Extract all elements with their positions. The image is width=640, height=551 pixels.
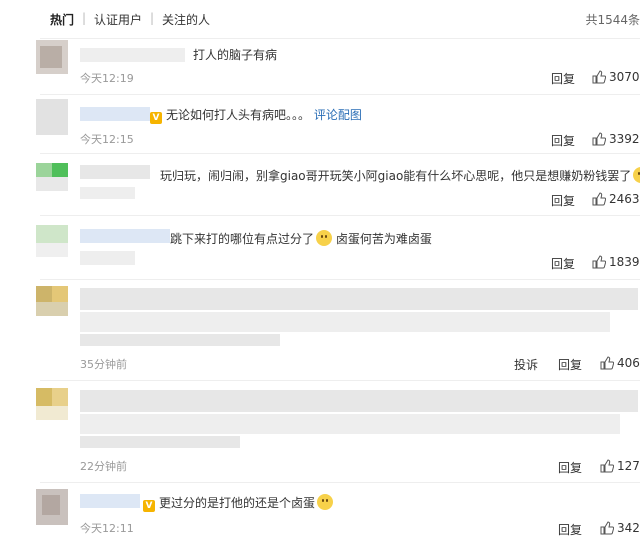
- reply-button[interactable]: 回复: [551, 132, 575, 149]
- divider: [40, 153, 640, 154]
- tab-divider: |: [150, 11, 155, 25]
- total-comments: 共1544条: [585, 13, 640, 27]
- like-count: 1839: [609, 255, 640, 269]
- comment-tabs: 热门 | 认证用户 | 关注的人 共1544条: [0, 0, 640, 40]
- time-blurred: [80, 187, 135, 199]
- comment-item: 玩归玩，闹归闹，别拿giao哥开玩笑小阿giao能有什么坏心思呢，他只是想赚奶粉…: [0, 155, 640, 210]
- comment-text: 无论如何打人头有病吧。。。: [166, 108, 311, 122]
- avatar[interactable]: [36, 225, 68, 265]
- thumbs-up-icon: [592, 70, 607, 84]
- reply-button[interactable]: 回复: [551, 192, 575, 209]
- thumbs-up-icon: [592, 192, 607, 206]
- thumbs-up-icon: [592, 132, 607, 146]
- emoji-icon: [317, 494, 334, 510]
- comment-time: 35分钟前: [80, 358, 127, 371]
- comment-time: 今天12:11: [80, 522, 134, 535]
- like-button[interactable]: 127: [600, 459, 640, 473]
- comment-body: V 无论如何打人头有病吧。。。 评论配图: [150, 106, 362, 124]
- like-button[interactable]: 3070: [592, 70, 640, 84]
- like-button[interactable]: 406: [600, 356, 640, 370]
- avatar[interactable]: [36, 489, 68, 529]
- reply-button[interactable]: 回复: [558, 521, 582, 538]
- comment-text-blurred: [80, 414, 620, 434]
- avatar[interactable]: [36, 388, 68, 428]
- comment-text-blurred: [80, 390, 638, 412]
- comment-text: 跳下来打的哪位有点过分了: [170, 232, 315, 246]
- reply-button[interactable]: 回复: [551, 70, 575, 87]
- thumbs-up-icon: [592, 255, 607, 269]
- comment-item: 35分钟前 投诉 回复 406: [0, 282, 640, 378]
- divider: [40, 38, 640, 39]
- report-button[interactable]: 投诉: [514, 356, 538, 373]
- emoji-icon: [633, 167, 640, 183]
- comment-item: 打人的脑子有病 今天12:19 回复 3070: [0, 40, 640, 92]
- like-button[interactable]: 1839: [592, 255, 640, 269]
- username-blurred[interactable]: [80, 48, 185, 62]
- avatar[interactable]: [36, 40, 68, 80]
- comment-text-blurred: [80, 436, 240, 448]
- vip-badge-icon: V: [150, 112, 162, 124]
- username-blurred[interactable]: [80, 229, 170, 243]
- avatar[interactable]: [36, 286, 68, 326]
- like-count: 127: [617, 459, 640, 473]
- comment-item: V 更过分的是打他的还是个卤蛋 今天12:11 回复 342: [0, 487, 640, 551]
- like-count: 3070: [609, 70, 640, 84]
- thumbs-up-icon: [600, 459, 615, 473]
- username-blurred[interactable]: [80, 494, 140, 508]
- comment-item: 22分钟前 回复 127: [0, 384, 640, 480]
- vip-badge-icon: V: [143, 500, 155, 512]
- tab-hot[interactable]: 热门: [50, 11, 74, 28]
- reply-button[interactable]: 回复: [551, 255, 575, 272]
- username-blurred[interactable]: [80, 107, 150, 121]
- comment-body: V 更过分的是打他的还是个卤蛋: [143, 494, 334, 512]
- comment-text-blurred: [80, 312, 610, 332]
- tab-divider: |: [82, 11, 87, 25]
- comment-time: 22分钟前: [80, 460, 127, 473]
- comment-text: 玩归玩，闹归闹，别拿giao哥开玩笑小阿giao能有什么坏心思呢，他只是想赚奶粉…: [160, 169, 632, 183]
- like-button[interactable]: 3392: [592, 132, 640, 146]
- divider: [40, 279, 640, 280]
- reply-button[interactable]: 回复: [558, 356, 582, 373]
- comment-time: 今天12:19: [80, 72, 134, 85]
- like-button[interactable]: 342: [600, 521, 640, 535]
- comment-text-blurred: [80, 288, 638, 310]
- avatar[interactable]: [36, 99, 68, 139]
- comment-item: 跳下来打的哪位有点过分了 卤蛋何苦为难卤蛋 回复 1839: [0, 217, 640, 275]
- comment-text: 打人的脑子有病: [193, 48, 278, 62]
- thumbs-up-icon: [600, 356, 615, 370]
- comment-body: 跳下来打的哪位有点过分了 卤蛋何苦为难卤蛋: [170, 230, 432, 247]
- thumbs-up-icon: [600, 521, 615, 535]
- reply-button[interactable]: 回复: [558, 459, 582, 476]
- username-blurred[interactable]: [80, 165, 150, 179]
- comment-text-blurred: [80, 334, 280, 346]
- like-count: 3392: [609, 132, 640, 146]
- comment-item: V 无论如何打人头有病吧。。。 评论配图 今天12:15 回复 3392: [0, 95, 640, 150]
- like-count: 342: [617, 521, 640, 535]
- divider: [40, 215, 640, 216]
- laughing-emoji-icon: [316, 230, 333, 246]
- comment-text: 更过分的是打他的还是个卤蛋: [159, 496, 316, 510]
- like-count: 406: [617, 356, 640, 370]
- comment-body: 玩归玩，闹归闹，别拿giao哥开玩笑小阿giao能有什么坏心思呢，他只是想赚奶粉…: [160, 167, 640, 184]
- comment-time: 今天12:15: [80, 133, 134, 146]
- tab-verified-users[interactable]: 认证用户: [94, 11, 142, 28]
- comment-text-2: 卤蛋何苦为难卤蛋: [335, 232, 432, 246]
- tab-following[interactable]: 关注的人: [162, 11, 210, 28]
- divider: [40, 380, 640, 381]
- time-blurred: [80, 251, 135, 265]
- avatar[interactable]: [36, 163, 68, 203]
- divider: [40, 482, 640, 483]
- like-count: 2463: [609, 192, 640, 206]
- like-button[interactable]: 2463: [592, 192, 640, 206]
- comment-image-link[interactable]: 评论配图: [314, 108, 362, 122]
